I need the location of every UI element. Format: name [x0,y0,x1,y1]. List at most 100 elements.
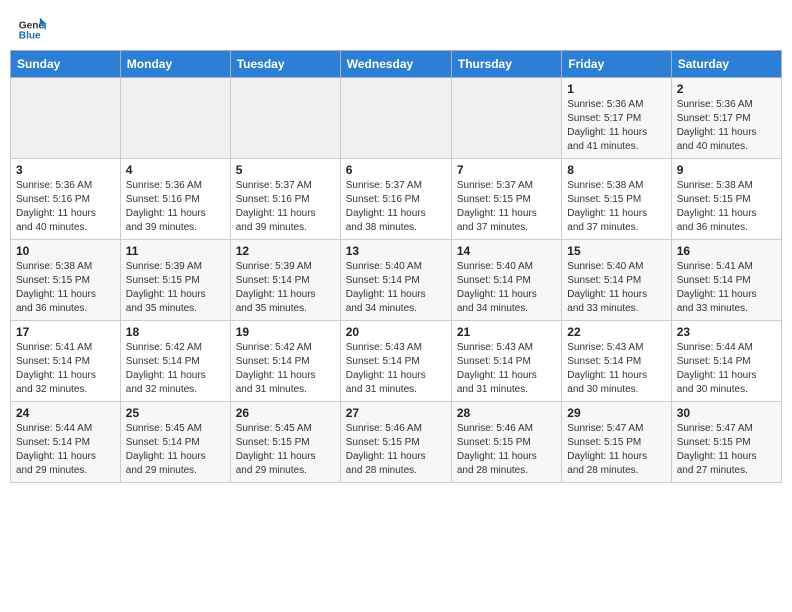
weekday-header-monday: Monday [120,51,230,78]
day-number: 30 [677,406,776,420]
day-detail: Sunrise: 5:42 AM Sunset: 5:14 PM Dayligh… [126,341,225,397]
day-number: 14 [457,244,556,258]
day-number: 19 [236,325,335,339]
calendar-cell: 11 Sunrise: 5:39 AM Sunset: 5:15 PM Dayli… [120,240,230,321]
calendar-cell [11,78,121,159]
day-detail: Sunrise: 5:38 AM Sunset: 5:15 PM Dayligh… [677,179,776,235]
day-number: 11 [126,244,225,258]
day-number: 29 [567,406,665,420]
calendar-cell: 27 Sunrise: 5:46 AM Sunset: 5:15 PM Dayli… [340,402,451,483]
day-number: 5 [236,163,335,177]
day-detail: Sunrise: 5:36 AM Sunset: 5:17 PM Dayligh… [677,98,776,154]
day-detail: Sunrise: 5:37 AM Sunset: 5:16 PM Dayligh… [346,179,446,235]
day-detail: Sunrise: 5:46 AM Sunset: 5:15 PM Dayligh… [457,422,556,478]
calendar-cell: 9Sunrise: 5:38 AM Sunset: 5:15 PM Daylig… [671,159,781,240]
day-detail: Sunrise: 5:47 AM Sunset: 5:15 PM Dayligh… [677,422,776,478]
calendar-cell: 28 Sunrise: 5:46 AM Sunset: 5:15 PM Dayli… [451,402,561,483]
day-detail: Sunrise: 5:41 AM Sunset: 5:14 PM Dayligh… [16,341,115,397]
calendar-cell: 17 Sunrise: 5:41 AM Sunset: 5:14 PM Dayli… [11,321,121,402]
calendar-cell: 16 Sunrise: 5:41 AM Sunset: 5:14 PM Dayli… [671,240,781,321]
day-detail: Sunrise: 5:42 AM Sunset: 5:14 PM Dayligh… [236,341,335,397]
calendar-cell: 21Sunrise: 5:43 AM Sunset: 5:14 PM Dayli… [451,321,561,402]
day-number: 4 [126,163,225,177]
calendar-cell: 8Sunrise: 5:38 AM Sunset: 5:15 PM Daylig… [562,159,671,240]
day-detail: Sunrise: 5:46 AM Sunset: 5:15 PM Dayligh… [346,422,446,478]
logo: General Blue [18,16,46,44]
day-number: 24 [16,406,115,420]
day-detail: Sunrise: 5:40 AM Sunset: 5:14 PM Dayligh… [457,260,556,316]
day-detail: Sunrise: 5:44 AM Sunset: 5:14 PM Dayligh… [16,422,115,478]
day-number: 10 [16,244,115,258]
weekday-header-thursday: Thursday [451,51,561,78]
calendar-cell: 22 Sunrise: 5:43 AM Sunset: 5:14 PM Dayli… [562,321,671,402]
day-detail: Sunrise: 5:43 AM Sunset: 5:14 PM Dayligh… [567,341,665,397]
calendar-cell [120,78,230,159]
weekday-header-saturday: Saturday [671,51,781,78]
calendar-cell: 10 Sunrise: 5:38 AM Sunset: 5:15 PM Dayli… [11,240,121,321]
day-detail: Sunrise: 5:36 AM Sunset: 5:17 PM Dayligh… [567,98,665,154]
day-number: 12 [236,244,335,258]
calendar-cell: 5 Sunrise: 5:37 AM Sunset: 5:16 PM Daylig… [230,159,340,240]
calendar-cell: 13Sunrise: 5:40 AM Sunset: 5:14 PM Dayli… [340,240,451,321]
day-number: 2 [677,82,776,96]
day-number: 15 [567,244,665,258]
day-number: 1 [567,82,665,96]
calendar-cell [451,78,561,159]
calendar-cell [340,78,451,159]
day-number: 25 [126,406,225,420]
day-number: 27 [346,406,446,420]
day-detail: Sunrise: 5:38 AM Sunset: 5:15 PM Dayligh… [16,260,115,316]
day-detail: Sunrise: 5:36 AM Sunset: 5:16 PM Dayligh… [16,179,115,235]
calendar-cell: 15 Sunrise: 5:40 AM Sunset: 5:14 PM Dayli… [562,240,671,321]
calendar-cell: 29 Sunrise: 5:47 AM Sunset: 5:15 PM Dayli… [562,402,671,483]
day-number: 8 [567,163,665,177]
day-detail: Sunrise: 5:40 AM Sunset: 5:14 PM Dayligh… [346,260,446,316]
day-number: 7 [457,163,556,177]
day-detail: Sunrise: 5:37 AM Sunset: 5:15 PM Dayligh… [457,179,556,235]
calendar-cell: 18 Sunrise: 5:42 AM Sunset: 5:14 PM Dayli… [120,321,230,402]
calendar-cell: 2 Sunrise: 5:36 AM Sunset: 5:17 PM Daylig… [671,78,781,159]
calendar-table: SundayMondayTuesdayWednesdayThursdayFrid… [10,50,782,483]
day-detail: Sunrise: 5:37 AM Sunset: 5:16 PM Dayligh… [236,179,335,235]
day-number: 17 [16,325,115,339]
calendar-cell: 24 Sunrise: 5:44 AM Sunset: 5:14 PM Dayli… [11,402,121,483]
page-header: General Blue [10,10,782,46]
day-number: 18 [126,325,225,339]
day-number: 20 [346,325,446,339]
day-detail: Sunrise: 5:40 AM Sunset: 5:14 PM Dayligh… [567,260,665,316]
day-detail: Sunrise: 5:36 AM Sunset: 5:16 PM Dayligh… [126,179,225,235]
day-number: 28 [457,406,556,420]
logo-icon: General Blue [18,16,46,44]
weekday-header-wednesday: Wednesday [340,51,451,78]
calendar-cell: 23Sunrise: 5:44 AM Sunset: 5:14 PM Dayli… [671,321,781,402]
calendar-cell: 7 Sunrise: 5:37 AM Sunset: 5:15 PM Daylig… [451,159,561,240]
day-number: 16 [677,244,776,258]
day-number: 3 [16,163,115,177]
day-detail: Sunrise: 5:41 AM Sunset: 5:14 PM Dayligh… [677,260,776,316]
calendar-cell: 4 Sunrise: 5:36 AM Sunset: 5:16 PM Daylig… [120,159,230,240]
calendar-cell: 6Sunrise: 5:37 AM Sunset: 5:16 PM Daylig… [340,159,451,240]
day-detail: Sunrise: 5:45 AM Sunset: 5:14 PM Dayligh… [126,422,225,478]
calendar-cell: 20 Sunrise: 5:43 AM Sunset: 5:14 PM Dayli… [340,321,451,402]
calendar-cell: 30 Sunrise: 5:47 AM Sunset: 5:15 PM Dayli… [671,402,781,483]
calendar-cell: 12 Sunrise: 5:39 AM Sunset: 5:14 PM Dayli… [230,240,340,321]
calendar-cell: 25 Sunrise: 5:45 AM Sunset: 5:14 PM Dayli… [120,402,230,483]
day-detail: Sunrise: 5:47 AM Sunset: 5:15 PM Dayligh… [567,422,665,478]
weekday-header-sunday: Sunday [11,51,121,78]
day-number: 26 [236,406,335,420]
calendar-cell: 14 Sunrise: 5:40 AM Sunset: 5:14 PM Dayli… [451,240,561,321]
calendar-cell: 26 Sunrise: 5:45 AM Sunset: 5:15 PM Dayli… [230,402,340,483]
day-detail: Sunrise: 5:45 AM Sunset: 5:15 PM Dayligh… [236,422,335,478]
day-detail: Sunrise: 5:43 AM Sunset: 5:14 PM Dayligh… [457,341,556,397]
calendar-cell [230,78,340,159]
day-number: 23 [677,325,776,339]
weekday-header-tuesday: Tuesday [230,51,340,78]
day-number: 22 [567,325,665,339]
calendar-cell: 3 Sunrise: 5:36 AM Sunset: 5:16 PM Daylig… [11,159,121,240]
weekday-header-friday: Friday [562,51,671,78]
svg-text:Blue: Blue [19,31,41,42]
day-detail: Sunrise: 5:43 AM Sunset: 5:14 PM Dayligh… [346,341,446,397]
calendar-cell: 19 Sunrise: 5:42 AM Sunset: 5:14 PM Dayli… [230,321,340,402]
day-detail: Sunrise: 5:39 AM Sunset: 5:15 PM Dayligh… [126,260,225,316]
day-detail: Sunrise: 5:39 AM Sunset: 5:14 PM Dayligh… [236,260,335,316]
